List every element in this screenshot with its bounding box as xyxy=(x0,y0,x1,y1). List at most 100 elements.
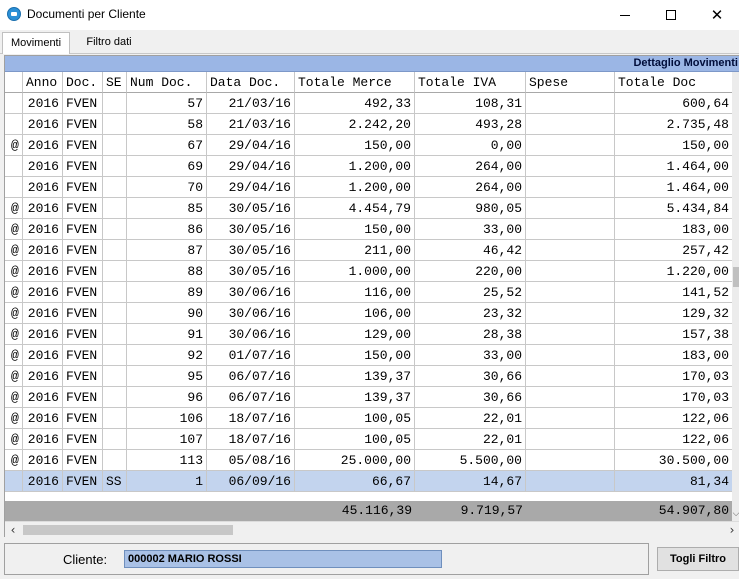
cell-totale: 157,38 xyxy=(615,324,732,345)
column-header-doc[interactable]: Doc. xyxy=(63,72,103,93)
column-header-totale-merce[interactable]: Totale Merce xyxy=(295,72,415,93)
cell-iva: 33,00 xyxy=(415,219,526,240)
cell-data: 21/03/16 xyxy=(207,114,295,135)
table-row[interactable]: @2016 FVEN 92 01/07/16 150,00 33,00 183,00 xyxy=(5,345,739,366)
table-row[interactable]: @2016 FVEN 90 30/06/16 106,00 23,32 129,32 xyxy=(5,303,739,324)
remove-filter-button[interactable]: Togli Filtro xyxy=(657,547,739,571)
cell-doc: FVEN xyxy=(63,156,103,177)
cell-anno: 2016 xyxy=(23,93,63,114)
cell-merce: 139,37 xyxy=(295,387,415,408)
table-row[interactable]: @2016 FVEN 91 30/06/16 129,00 28,38 157,38 xyxy=(5,324,739,345)
cell-spese xyxy=(526,93,615,114)
scroll-left-icon[interactable]: ‹ xyxy=(5,522,21,538)
cell-spese xyxy=(526,303,615,324)
cell-se xyxy=(103,114,127,135)
cell-spese xyxy=(526,177,615,198)
cell-se xyxy=(103,429,127,450)
cell-num: 95 xyxy=(127,366,207,387)
table-row[interactable]: @2016 FVEN 89 30/06/16 116,00 25,52 141,52 xyxy=(5,282,739,303)
table-row[interactable]: 2016 FVEN 58 21/03/16 2.242,20 493,28 2.735,48 xyxy=(5,114,739,135)
cell-data: 30/05/16 xyxy=(207,261,295,282)
cell-anno: 2016 xyxy=(23,429,63,450)
cell-anno: 2016 xyxy=(23,345,63,366)
cell-anno: 2016 xyxy=(23,240,63,261)
column-header-row: Anno Doc. SE Num Doc. Data Doc. Totale M… xyxy=(5,72,739,93)
cell-se xyxy=(103,366,127,387)
table-row[interactable]: @2016 FVEN 107 18/07/16 100,05 22,01 122,06 xyxy=(5,429,739,450)
table-row[interactable]: @2016 FVEN 96 06/07/16 139,37 30,66 170,03 xyxy=(5,387,739,408)
cell-se xyxy=(103,240,127,261)
cliente-field[interactable]: 000002 MARIO ROSSI xyxy=(124,550,442,568)
cell-spese xyxy=(526,114,615,135)
table-row[interactable]: @2016 FVEN 95 06/07/16 139,37 30,66 170,03 xyxy=(5,366,739,387)
column-header-se[interactable]: SE xyxy=(103,72,127,93)
horizontal-scrollbar[interactable]: ‹ › xyxy=(5,521,739,537)
cell-flag: @ xyxy=(5,198,23,219)
grid-band-header: Dettaglio Movimenti xyxy=(5,56,739,72)
scroll-right-icon[interactable]: › xyxy=(724,522,739,538)
column-header-anno[interactable]: Anno xyxy=(23,72,63,93)
scroll-down-icon[interactable]: ⌵ xyxy=(732,506,739,520)
minimize-button[interactable] xyxy=(602,0,648,30)
cell-anno: 2016 xyxy=(23,471,63,492)
cell-anno: 2016 xyxy=(23,177,63,198)
table-row[interactable]: @2016 FVEN 113 05/08/16 25.000,00 5.500,00 30.… xyxy=(5,450,739,471)
column-header-num-doc[interactable]: Num Doc. xyxy=(127,72,207,93)
vertical-scrollbar[interactable] xyxy=(732,72,739,521)
cell-num: 57 xyxy=(127,93,207,114)
cell-doc: FVEN xyxy=(63,93,103,114)
column-header-data-doc[interactable]: Data Doc. xyxy=(207,72,295,93)
cell-flag: @ xyxy=(5,450,23,471)
cell-se xyxy=(103,282,127,303)
cell-num: 92 xyxy=(127,345,207,366)
tab-filtro-dati[interactable]: Filtro dati xyxy=(74,32,144,54)
cell-data: 29/04/16 xyxy=(207,156,295,177)
table-row[interactable]: @2016 FVEN 86 30/05/16 150,00 33,00 183,00 xyxy=(5,219,739,240)
column-header-totale-doc[interactable]: Totale Doc xyxy=(615,72,732,93)
cell-num: 91 xyxy=(127,324,207,345)
table-row[interactable]: @2016 FVEN 67 29/04/16 150,00 0,00 150,00 xyxy=(5,135,739,156)
table-row[interactable]: @2016 FVEN 106 18/07/16 100,05 22,01 122,06 xyxy=(5,408,739,429)
table-row[interactable]: 2016 FVEN 57 21/03/16 492,33 108,31 600,64 xyxy=(5,93,739,114)
cell-anno: 2016 xyxy=(23,198,63,219)
cell-flag: @ xyxy=(5,429,23,450)
cell-flag: @ xyxy=(5,345,23,366)
cell-flag: @ xyxy=(5,219,23,240)
close-icon: ✕ xyxy=(710,6,724,24)
maximize-button[interactable] xyxy=(648,0,694,30)
cell-iva: 22,01 xyxy=(415,408,526,429)
table-row[interactable]: 2016 FVEN 70 29/04/16 1.200,00 264,00 1.464,00 xyxy=(5,177,739,198)
cell-iva: 23,32 xyxy=(415,303,526,324)
table-row[interactable]: 2016 FVEN SS 1 06/09/16 66,67 14,67 81,34 xyxy=(5,471,739,492)
cell-merce: 116,00 xyxy=(295,282,415,303)
table-row[interactable]: @2016 FVEN 87 30/05/16 211,00 46,42 257,42 xyxy=(5,240,739,261)
cell-doc: FVEN xyxy=(63,408,103,429)
cell-totale: 150,00 xyxy=(615,135,732,156)
cell-se xyxy=(103,345,127,366)
cell-totale: 1.220,00 xyxy=(615,261,732,282)
cell-data: 06/09/16 xyxy=(207,471,295,492)
cell-se: SS xyxy=(103,471,127,492)
close-button[interactable]: ✕ xyxy=(694,0,739,30)
table-row[interactable]: 2016 FVEN 69 29/04/16 1.200,00 264,00 1.464,00 xyxy=(5,156,739,177)
tab-movimenti[interactable]: Movimenti xyxy=(2,32,70,54)
column-header-spese[interactable]: Spese xyxy=(526,72,615,93)
column-header-totale-iva[interactable]: Totale IVA xyxy=(415,72,526,93)
cell-merce: 1.200,00 xyxy=(295,177,415,198)
vertical-scroll-thumb[interactable] xyxy=(733,267,739,287)
cell-anno: 2016 xyxy=(23,114,63,135)
total-merce: 45.116,39 xyxy=(341,503,412,518)
cell-spese xyxy=(526,156,615,177)
cell-merce: 492,33 xyxy=(295,93,415,114)
horizontal-scroll-thumb[interactable] xyxy=(23,525,233,535)
table-row[interactable]: @2016 FVEN 85 30/05/16 4.454,79 980,05 5.434,8… xyxy=(5,198,739,219)
total-doc: 54.907,80 xyxy=(658,503,729,518)
cell-merce: 100,05 xyxy=(295,408,415,429)
cell-merce: 129,00 xyxy=(295,324,415,345)
table-row[interactable]: @2016 FVEN 88 30/05/16 1.000,00 220,00 1.220,0… xyxy=(5,261,739,282)
cell-iva: 493,28 xyxy=(415,114,526,135)
cell-data: 06/07/16 xyxy=(207,387,295,408)
cell-flag: @ xyxy=(5,324,23,345)
cell-totale: 600,64 xyxy=(615,93,732,114)
cell-anno: 2016 xyxy=(23,261,63,282)
